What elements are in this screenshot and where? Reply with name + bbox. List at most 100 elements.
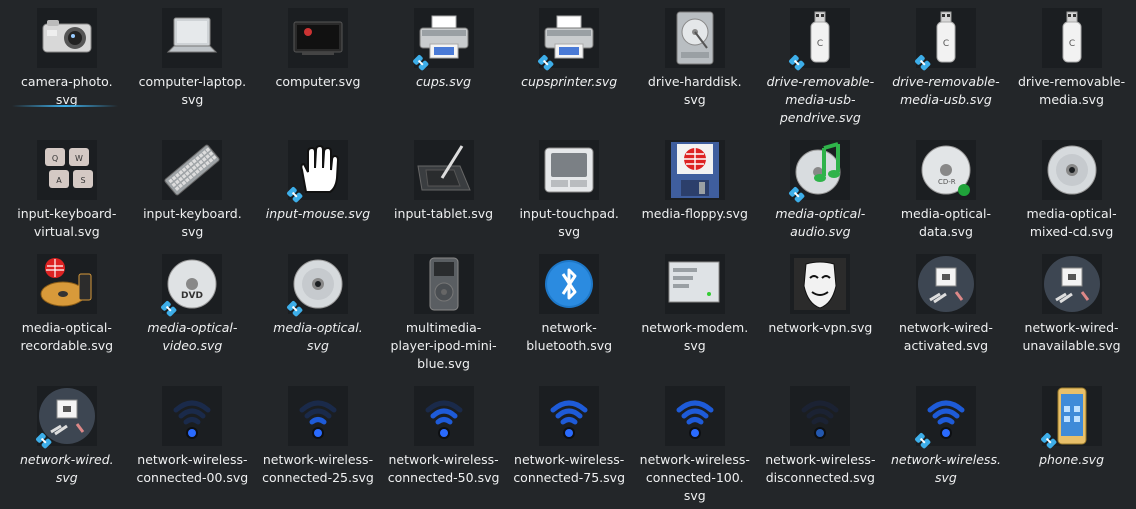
icon-grid: camera-photo. svg computer-laptop. svg com… bbox=[0, 0, 1136, 509]
file-item[interactable]: phone.svg bbox=[1009, 378, 1135, 509]
svg-text:DVD: DVD bbox=[181, 291, 203, 301]
file-name-label: network-bluetooth.svg bbox=[526, 320, 613, 353]
symlink-badge-icon bbox=[535, 52, 555, 72]
network-wired-icon bbox=[35, 386, 97, 449]
file-name-label: drive-removable-media-usb.svg bbox=[892, 74, 1000, 107]
symlink-badge-icon bbox=[786, 52, 806, 72]
file-item[interactable]: input-keyboard. svg bbox=[130, 132, 256, 246]
symlink-badge-icon bbox=[912, 430, 932, 450]
file-item[interactable]: media-optical. svg bbox=[255, 246, 381, 378]
file-item[interactable]: media-optical-mixed-cd.svg bbox=[1009, 132, 1135, 246]
file-name-label: camera-photo. svg bbox=[21, 74, 113, 107]
file-item[interactable]: camera-photo. svg bbox=[4, 0, 130, 132]
file-name-label: media-optical-video.svg bbox=[147, 320, 238, 353]
file-name-label: phone.svg bbox=[1039, 452, 1105, 467]
file-item[interactable]: Cdrive-removable-media-usb.svg bbox=[883, 0, 1009, 132]
file-name-label: computer-laptop. svg bbox=[138, 74, 247, 107]
selection-indicator bbox=[12, 105, 118, 107]
vpn-mask-icon bbox=[790, 254, 851, 314]
file-name-label: network-wireless-connected-75.svg bbox=[513, 452, 626, 485]
virtual-keyboard-icon: Q W A S bbox=[36, 140, 97, 200]
file-name-label: network-wireless. svg bbox=[890, 452, 1001, 485]
file-item[interactable]: media-floppy.svg bbox=[632, 132, 758, 246]
wireless-icon bbox=[162, 386, 223, 446]
symlink-badge-icon bbox=[786, 184, 806, 204]
file-item[interactable]: input-touchpad. svg bbox=[506, 132, 632, 246]
svg-text:CD-R: CD-R bbox=[938, 178, 956, 186]
file-item[interactable]: computer.svg bbox=[255, 0, 381, 132]
optical-disc-icon bbox=[287, 254, 348, 317]
file-item[interactable]: media-optical-audio.svg bbox=[758, 132, 884, 246]
tablet-icon bbox=[413, 140, 474, 200]
svg-text:A: A bbox=[56, 176, 62, 185]
file-name-label: network-wireless-connected-50.svg bbox=[387, 452, 500, 485]
file-name-label: media-optical-mixed-cd.svg bbox=[1026, 206, 1117, 239]
file-item[interactable]: Cdrive-removable-media-usb-pendrive.svg bbox=[758, 0, 884, 132]
svg-text:C: C bbox=[943, 39, 949, 49]
file-name-label: network-wireless-connected-100. svg bbox=[639, 452, 750, 503]
phone-icon bbox=[1040, 386, 1102, 449]
symlink-badge-icon bbox=[284, 298, 304, 318]
symlink-badge-icon bbox=[284, 184, 304, 204]
wireless-icon bbox=[664, 386, 725, 446]
file-item[interactable]: drive-harddisk. svg bbox=[632, 0, 758, 132]
file-item[interactable]: network-wireless-connected-25.svg bbox=[255, 378, 381, 509]
file-name-label: media-optical-data.svg bbox=[900, 206, 992, 239]
file-name-label: input-touchpad. svg bbox=[519, 206, 619, 239]
optical-video-icon: DVD bbox=[161, 254, 223, 317]
file-item[interactable]: network-wireless-connected-00.svg bbox=[130, 378, 256, 509]
file-item[interactable]: media-optical-recordable.svg bbox=[4, 246, 130, 378]
file-item[interactable]: network-wired. svg bbox=[4, 378, 130, 509]
network-wired-icon bbox=[1041, 254, 1102, 314]
file-name-label: input-keyboard-virtual.svg bbox=[17, 206, 117, 239]
usb-drive-icon: C bbox=[915, 8, 976, 71]
optical-audio-icon bbox=[789, 140, 851, 203]
file-item[interactable]: network-wired-activated.svg bbox=[883, 246, 1009, 378]
file-name-label: multimedia-player-ipod-mini-blue.svg bbox=[390, 320, 497, 371]
printer-icon bbox=[538, 8, 600, 71]
file-item[interactable]: network-wired-unavailable.svg bbox=[1009, 246, 1135, 378]
file-item[interactable]: computer-laptop. svg bbox=[130, 0, 256, 132]
file-name-label: network-vpn.svg bbox=[768, 320, 873, 335]
computer-icon bbox=[287, 8, 348, 68]
svg-text:C: C bbox=[817, 39, 823, 49]
printer-icon bbox=[412, 8, 474, 71]
file-name-label: network-wireless-connected-00.svg bbox=[136, 452, 249, 485]
file-item[interactable]: input-mouse.svg bbox=[255, 132, 381, 246]
file-item[interactable]: network-wireless-connected-100. svg bbox=[632, 378, 758, 509]
optical-recordable-icon bbox=[36, 254, 97, 314]
symlink-badge-icon bbox=[410, 52, 430, 72]
usb-drive-icon: C bbox=[789, 8, 851, 71]
file-item[interactable]: cups.svg bbox=[381, 0, 507, 132]
wireless-icon bbox=[915, 386, 976, 449]
symlink-badge-icon bbox=[33, 430, 53, 450]
file-item[interactable]: CD-R media-optical-data.svg bbox=[883, 132, 1009, 246]
floppy-icon bbox=[664, 140, 725, 200]
optical-disc-icon bbox=[1041, 140, 1102, 200]
file-item[interactable]: network-wireless. svg bbox=[883, 378, 1009, 509]
symlink-badge-icon bbox=[158, 298, 178, 318]
modem-icon bbox=[664, 254, 725, 314]
file-item[interactable]: network-wireless-connected-75.svg bbox=[506, 378, 632, 509]
svg-text:W: W bbox=[75, 154, 83, 163]
file-item[interactable]: network-modem. svg bbox=[632, 246, 758, 378]
camera-photo-icon bbox=[36, 8, 97, 68]
file-name-label: drive-removable-media.svg bbox=[1017, 74, 1126, 107]
file-item[interactable]: DVD media-optical-video.svg bbox=[130, 246, 256, 378]
file-item[interactable]: network-wireless-disconnected.svg bbox=[758, 378, 884, 509]
file-item[interactable]: cupsprinter.svg bbox=[506, 0, 632, 132]
file-item[interactable]: Q W A S input-keyboard-virtual.svg bbox=[4, 132, 130, 246]
mouse-hand-icon bbox=[287, 140, 348, 203]
file-item[interactable]: network-bluetooth.svg bbox=[506, 246, 632, 378]
keyboard-icon bbox=[162, 140, 223, 200]
svg-text:C: C bbox=[1068, 39, 1074, 49]
file-item[interactable]: network-vpn.svg bbox=[758, 246, 884, 378]
file-item[interactable]: Cdrive-removable-media.svg bbox=[1009, 0, 1135, 132]
file-name-label: cupsprinter.svg bbox=[521, 74, 618, 89]
file-item[interactable]: multimedia-player-ipod-mini-blue.svg bbox=[381, 246, 507, 378]
file-item[interactable]: input-tablet.svg bbox=[381, 132, 507, 246]
file-item[interactable]: network-wireless-connected-50.svg bbox=[381, 378, 507, 509]
symlink-badge-icon bbox=[912, 52, 932, 72]
laptop-icon bbox=[162, 8, 223, 68]
bluetooth-icon bbox=[539, 254, 600, 314]
